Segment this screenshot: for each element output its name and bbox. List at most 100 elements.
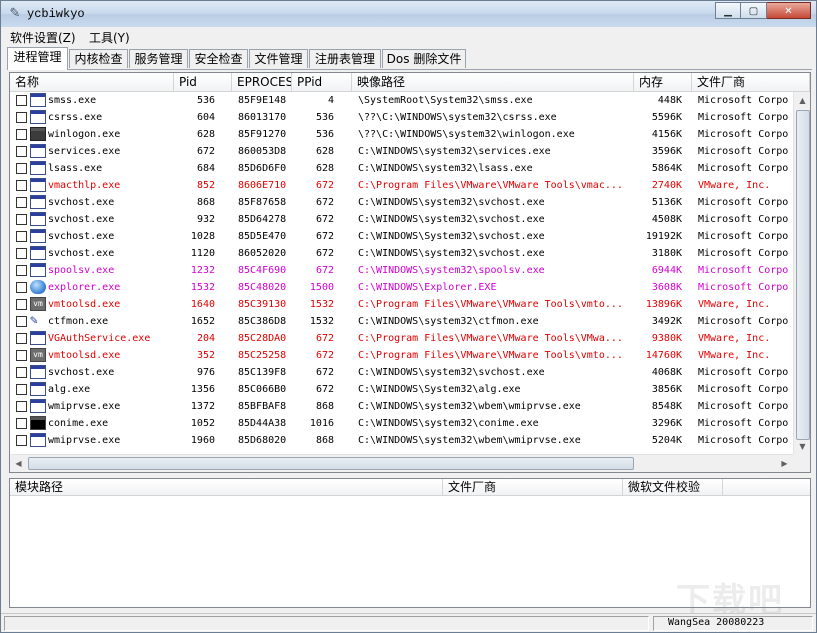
process-window-icon xyxy=(30,144,46,158)
process-vendor: VMware, Inc. xyxy=(698,350,771,361)
table-row[interactable]: services.exe 672 860053D8 628 C:\WINDOWS\sys… xyxy=(10,143,793,160)
module-list-header: 模块路径 文件厂商 微软文件校验 xyxy=(10,479,810,496)
column-header-name[interactable]: 名称 xyxy=(10,73,174,91)
row-checkbox[interactable] xyxy=(16,129,27,140)
process-list[interactable]: 名称 Pid EPROCESS PPid 映像路径 内存 文件厂商 smss.e… xyxy=(9,72,811,473)
tab-security-check[interactable]: 安全检查 xyxy=(189,49,248,68)
process-memory: 448K xyxy=(657,95,682,106)
column-header-pid[interactable]: Pid xyxy=(174,73,232,91)
vertical-scroll-thumb[interactable] xyxy=(796,110,810,440)
minimize-button[interactable]: ▁ xyxy=(715,2,741,19)
tab-registry-management[interactable]: 注册表管理 xyxy=(309,49,381,68)
process-memory: 3296K xyxy=(651,418,682,429)
tab-file-management[interactable]: 文件管理 xyxy=(249,49,308,68)
table-row[interactable]: alg.exe 1356 85C066B0 672 C:\WINDOWS\System3… xyxy=(10,381,793,398)
process-eprocess: 85C386D8 xyxy=(238,316,287,327)
table-row[interactable]: vmacthlp.exe 852 8606E710 672 C:\Program Fil… xyxy=(10,177,793,194)
horizontal-scroll-thumb[interactable] xyxy=(28,457,634,470)
row-checkbox[interactable] xyxy=(16,384,27,395)
row-checkbox[interactable] xyxy=(16,112,27,123)
tab-process-management[interactable]: 进程管理 xyxy=(7,47,68,70)
row-checkbox[interactable] xyxy=(16,316,27,327)
table-row[interactable]: smss.exe 536 85F9E148 4 \SystemRoot\System32… xyxy=(10,92,793,109)
row-checkbox[interactable] xyxy=(16,248,27,259)
column-header-ms-signature[interactable]: 微软文件校验 xyxy=(623,479,723,495)
process-ppid: 628 xyxy=(315,146,334,157)
process-name: lsass.exe xyxy=(48,163,103,174)
process-image-path: \??\C:\WINDOWS\system32\winlogon.exe xyxy=(358,129,575,140)
row-checkbox[interactable] xyxy=(16,299,27,310)
table-row[interactable]: explorer.exe 1532 85C48020 1500 C:\WINDOWS\E… xyxy=(10,279,793,296)
close-button[interactable]: ✕ xyxy=(767,2,811,19)
menu-tools[interactable]: 工具(Y) xyxy=(89,29,130,46)
scroll-left-arrow-icon[interactable]: ◀ xyxy=(10,455,27,472)
process-window-icon xyxy=(30,229,46,243)
process-pid: 1356 xyxy=(190,384,215,395)
process-eprocess: 85D5E470 xyxy=(238,231,287,242)
process-ppid: 1016 xyxy=(309,418,334,429)
row-checkbox[interactable] xyxy=(16,282,27,293)
column-header-ppid[interactable]: PPid xyxy=(292,73,352,91)
process-vm-icon: vm xyxy=(30,297,46,311)
process-pid: 976 xyxy=(196,367,215,378)
table-row[interactable]: VGAuthService.exe 204 85C28DA0 672 C:\Progra… xyxy=(10,330,793,347)
table-row[interactable]: svchost.exe 1120 86052020 672 C:\WINDOWS\sys… xyxy=(10,245,793,262)
tab-kernel-check[interactable]: 内核检查 xyxy=(69,49,128,68)
table-row[interactable]: svchost.exe 868 85F87658 672 C:\WINDOWS\syst… xyxy=(10,194,793,211)
menu-software-settings[interactable]: 软件设置(Z) xyxy=(10,29,76,46)
row-checkbox[interactable] xyxy=(16,350,27,361)
scroll-down-arrow-icon[interactable]: ▼ xyxy=(794,438,810,455)
process-name: svchost.exe xyxy=(48,214,115,225)
table-row[interactable]: vm vmtoolsd.exe 352 85C25258 672 C:\Program F… xyxy=(10,347,793,364)
scroll-right-arrow-icon[interactable]: ▶ xyxy=(776,455,793,472)
table-row[interactable]: lsass.exe 684 85D6D6F0 628 C:\WINDOWS\system… xyxy=(10,160,793,177)
tab-service-management[interactable]: 服务管理 xyxy=(129,49,188,68)
table-row[interactable]: spoolsv.exe 1232 85C4F690 672 C:\WINDOWS\sys… xyxy=(10,262,793,279)
table-row[interactable]: svchost.exe 932 85D64278 672 C:\WINDOWS\syst… xyxy=(10,211,793,228)
horizontal-scrollbar[interactable]: ◀ ▶ xyxy=(10,454,793,472)
table-row[interactable]: conime.exe 1052 85D44A38 1016 C:\WINDOWS\sys… xyxy=(10,415,793,432)
row-checkbox[interactable] xyxy=(16,435,27,446)
process-pid: 1120 xyxy=(190,248,215,259)
process-vendor: Microsoft Corpo xyxy=(698,435,789,446)
table-row[interactable]: csrss.exe 604 86013170 536 \??\C:\WINDOWS\sy… xyxy=(10,109,793,126)
row-checkbox[interactable] xyxy=(16,197,27,208)
vertical-scrollbar[interactable]: ▲ ▼ xyxy=(793,92,810,472)
column-header-image-path[interactable]: 映像路径 xyxy=(352,73,634,91)
column-header-module-path[interactable]: 模块路径 xyxy=(10,479,443,495)
column-header-module-vendor[interactable]: 文件厂商 xyxy=(443,479,623,495)
process-list-header: 名称 Pid EPROCESS PPid 映像路径 内存 文件厂商 xyxy=(10,73,810,92)
process-image-path: C:\WINDOWS\system32\conime.exe xyxy=(358,418,539,429)
row-checkbox[interactable] xyxy=(16,95,27,106)
table-row[interactable]: wmiprvse.exe 1372 85BFBAF8 868 C:\WINDOWS\sy… xyxy=(10,398,793,415)
row-checkbox[interactable] xyxy=(16,367,27,378)
tab-dos-delete-file[interactable]: Dos 删除文件 xyxy=(382,49,466,68)
scroll-up-arrow-icon[interactable]: ▲ xyxy=(794,92,810,109)
table-row[interactable]: winlogon.exe 628 85F91270 536 \??\C:\WINDOWS… xyxy=(10,126,793,143)
table-row[interactable]: svchost.exe 976 85C139F8 672 C:\WINDOWS\syst… xyxy=(10,364,793,381)
row-checkbox[interactable] xyxy=(16,333,27,344)
table-row[interactable]: vm vmtoolsd.exe 1640 85C39130 1532 C:\Program… xyxy=(10,296,793,313)
table-row[interactable]: ✎ ctfmon.exe 1652 85C386D8 1532 C:\WINDOWS\sy… xyxy=(10,313,793,330)
process-vendor: Microsoft Corpo xyxy=(698,163,789,174)
row-checkbox[interactable] xyxy=(16,180,27,191)
row-checkbox[interactable] xyxy=(16,401,27,412)
column-header-vendor[interactable]: 文件厂商 xyxy=(692,73,810,91)
process-window-icon xyxy=(30,263,46,277)
maximize-button[interactable]: ▢ xyxy=(741,2,767,19)
title-bar[interactable]: ✎ ycbiwkyo ▁ ▢ ✕ xyxy=(1,1,816,27)
column-header-eprocess[interactable]: EPROCESS xyxy=(232,73,292,91)
row-checkbox[interactable] xyxy=(16,214,27,225)
process-pen-icon: ✎ xyxy=(30,313,38,328)
table-row[interactable]: svchost.exe 1028 85D5E470 672 C:\WINDOWS\Sys… xyxy=(10,228,793,245)
app-icon: ✎ xyxy=(9,6,21,21)
row-checkbox[interactable] xyxy=(16,163,27,174)
column-header-memory[interactable]: 内存 xyxy=(634,73,692,91)
row-checkbox[interactable] xyxy=(16,418,27,429)
row-checkbox[interactable] xyxy=(16,265,27,276)
row-checkbox[interactable] xyxy=(16,146,27,157)
row-checkbox[interactable] xyxy=(16,231,27,242)
table-row[interactable]: wmiprvse.exe 1960 85D68020 868 C:\WINDOWS\sy… xyxy=(10,432,793,449)
process-pid: 932 xyxy=(196,214,215,225)
process-image-path: C:\WINDOWS\Explorer.EXE xyxy=(358,282,497,293)
